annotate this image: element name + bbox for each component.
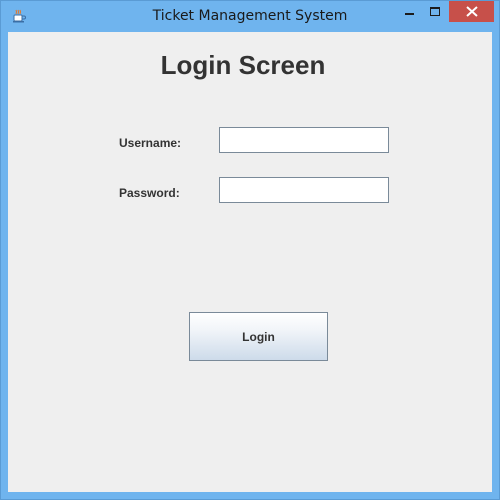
- minimize-icon: [405, 13, 414, 15]
- page-title: Login Screen: [160, 50, 326, 80]
- app-window: Ticket Management System Login Screen Us…: [0, 0, 500, 500]
- close-button[interactable]: [449, 1, 494, 22]
- maximize-icon: [430, 7, 440, 16]
- password-field[interactable]: [219, 177, 389, 203]
- title-bar[interactable]: Ticket Management System: [1, 1, 499, 32]
- password-label: Password:: [119, 186, 180, 200]
- maximize-button[interactable]: [422, 1, 448, 22]
- close-icon: [466, 6, 478, 17]
- username-field[interactable]: [219, 127, 389, 153]
- java-coffee-cup-icon[interactable]: [11, 8, 27, 24]
- username-label: Username:: [119, 136, 182, 150]
- minimize-button[interactable]: [396, 1, 422, 22]
- login-panel: Login Screen Username: Password: Login: [8, 32, 492, 492]
- login-button[interactable]: Login: [189, 312, 328, 361]
